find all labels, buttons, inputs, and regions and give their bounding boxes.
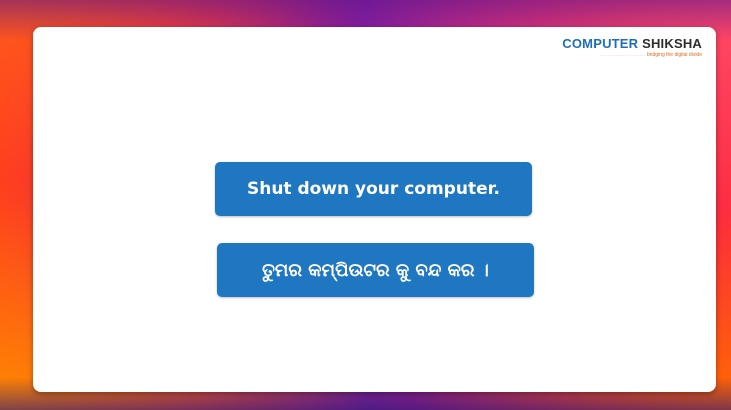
logo-brand: COMPUTER SHIKSHA [562, 37, 702, 51]
computer-shiksha-logo: COMPUTER SHIKSHA .......................… [562, 37, 702, 59]
logo-brand-part1: COMPUTER [562, 36, 639, 51]
logo-brand-part2: SHIKSHA [638, 36, 702, 51]
logo-dots-divider: ........................ [600, 52, 646, 58]
logo-tagline-row: ........................ bridging the di… [562, 52, 702, 58]
slide-card: COMPUTER SHIKSHA .......................… [33, 27, 716, 392]
english-instruction-button[interactable]: Shut down your computer. [215, 162, 532, 216]
odia-instruction-button[interactable]: ତୁମର କମ୍ପିଉଟର କୁ ବନ୍ଦ କର । [217, 243, 534, 297]
english-instruction-text: Shut down your computer. [246, 179, 501, 199]
odia-instruction-text: ତୁମର କମ୍ପିଉଟର କୁ ବନ୍ଦ କର । [262, 259, 489, 281]
logo-tagline: bridging the digital divide [646, 52, 702, 58]
